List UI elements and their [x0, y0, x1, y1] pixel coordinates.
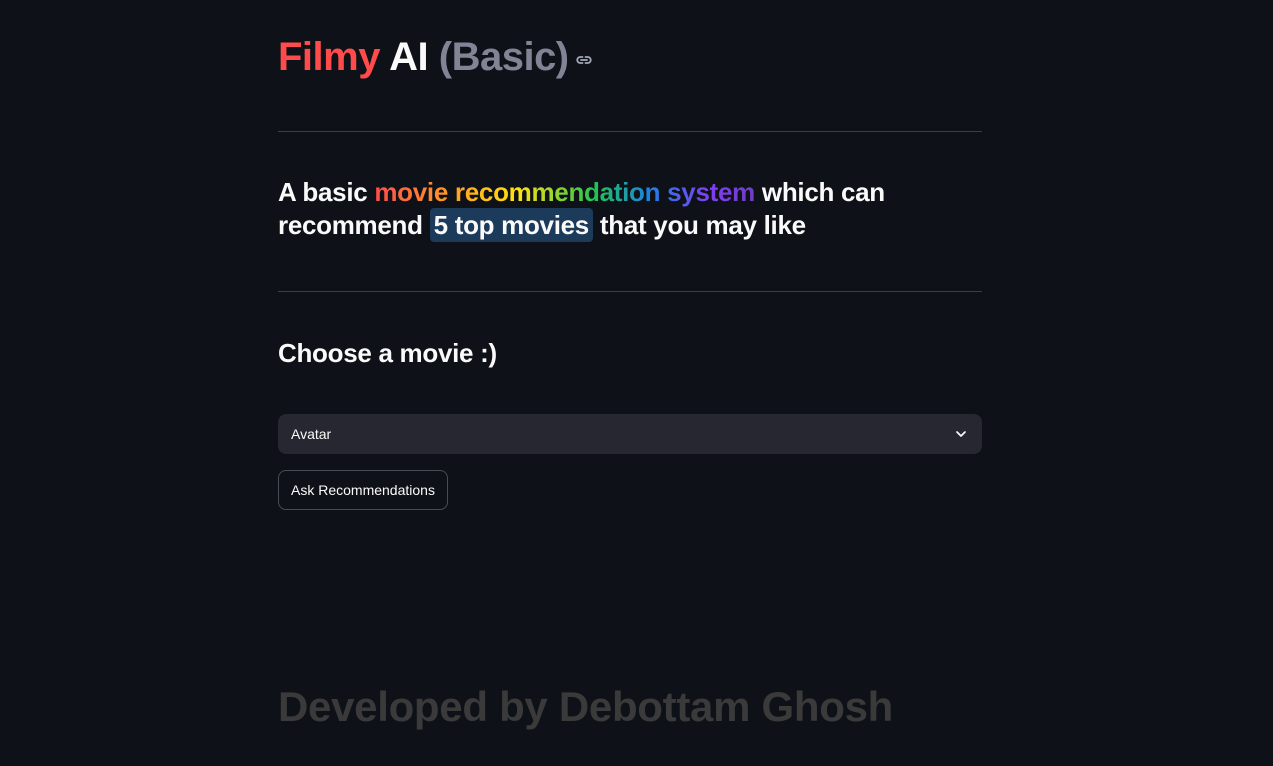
tagline: A basic movie recommendation system whic…: [278, 176, 982, 242]
tagline-rainbow-text: movie recommendation system: [374, 177, 755, 207]
movie-selectbox[interactable]: Avatar: [278, 414, 982, 454]
divider-middle: [278, 291, 982, 292]
page-title: Filmy AI (Basic): [278, 32, 593, 82]
movie-select-value: Avatar: [291, 426, 332, 442]
tagline-highlight: 5 top movies: [429, 208, 593, 242]
link-icon[interactable]: [575, 31, 593, 81]
title-brand: Filmy: [278, 35, 380, 79]
tagline-lead: A basic: [278, 177, 368, 207]
chevron-down-icon[interactable]: [953, 426, 969, 442]
movie-select-heading: Choose a movie :): [278, 338, 497, 368]
title-ai: AI: [389, 35, 429, 79]
divider-top: [278, 131, 982, 132]
tagline-tail: that you may like: [599, 210, 806, 240]
footer-credit: Developed by Debottam Ghosh: [278, 683, 893, 730]
title-edition: (Basic): [438, 35, 569, 79]
ask-recommendations-button[interactable]: Ask Recommendations: [278, 470, 448, 510]
